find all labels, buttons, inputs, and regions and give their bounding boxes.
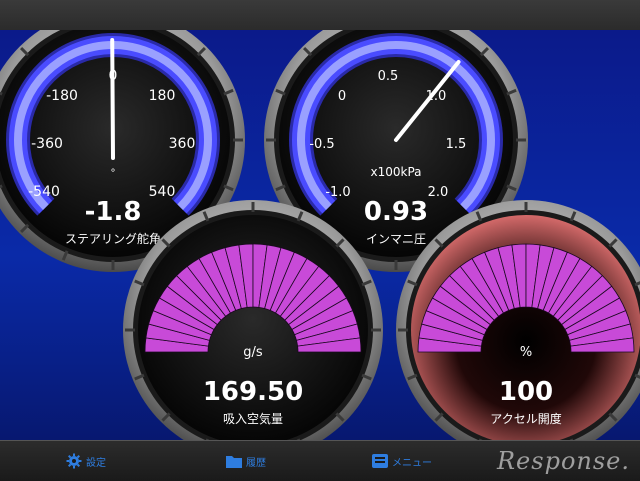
- airflow-unit: g/s: [243, 345, 263, 360]
- history-label: 履歴: [246, 457, 266, 469]
- manifold-tick-label-2: 2.0: [428, 185, 449, 200]
- steering-tick-label-180: 180: [149, 88, 176, 104]
- top-status-bar: [0, 0, 640, 30]
- gauge-dashboard: -540 -360 -180 0 180 360 540 ° -1.8 ステアリ…: [0, 30, 640, 440]
- menu-button[interactable]: メニュー: [372, 451, 432, 471]
- menu-icon: [372, 454, 388, 468]
- manifold-label: インマニ圧: [366, 232, 426, 246]
- accelerator-label: アクセル開度: [490, 411, 561, 426]
- steering-tick-label-neg540: -540: [28, 184, 60, 200]
- manifold-unit: x100kPa: [370, 165, 421, 179]
- settings-button[interactable]: 設定: [66, 451, 106, 471]
- airflow-label: 吸入空気量: [223, 411, 283, 426]
- settings-label: 設定: [86, 457, 106, 469]
- steering-tick-label-540: 540: [149, 184, 176, 200]
- gear-icon: [66, 453, 82, 469]
- manifold-tick-label-neg05: -0.5: [309, 137, 334, 152]
- accelerator-unit: %: [520, 345, 532, 360]
- steering-label: ステアリング舵角: [65, 231, 161, 246]
- history-button[interactable]: 履歴: [226, 451, 266, 471]
- folder-icon: [226, 456, 242, 468]
- bottom-navigation-bar: 設定 履歴 メニュー Response.: [0, 440, 640, 481]
- manifold-tick-label-15: 1.5: [446, 137, 467, 152]
- airflow-value: 169.50: [203, 377, 303, 407]
- response-logo: Response.: [496, 447, 630, 475]
- steering-tick-label-neg180: -180: [46, 88, 78, 104]
- menu-label: メニュー: [392, 457, 432, 469]
- steering-tick-label-360: 360: [169, 136, 196, 152]
- manifold-tick-label-0: 0: [338, 89, 346, 104]
- manifold-tick-label-05: 0.5: [378, 69, 399, 84]
- steering-degree-symbol: °: [111, 168, 116, 179]
- steering-value: -1.8: [85, 197, 142, 227]
- manifold-value: 0.93: [364, 197, 428, 227]
- manifold-tick-label-neg1: -1.0: [325, 185, 350, 200]
- accelerator-value: 100: [499, 377, 553, 407]
- steering-tick-label-neg360: -360: [31, 136, 63, 152]
- steering-needle: [110, 38, 115, 160]
